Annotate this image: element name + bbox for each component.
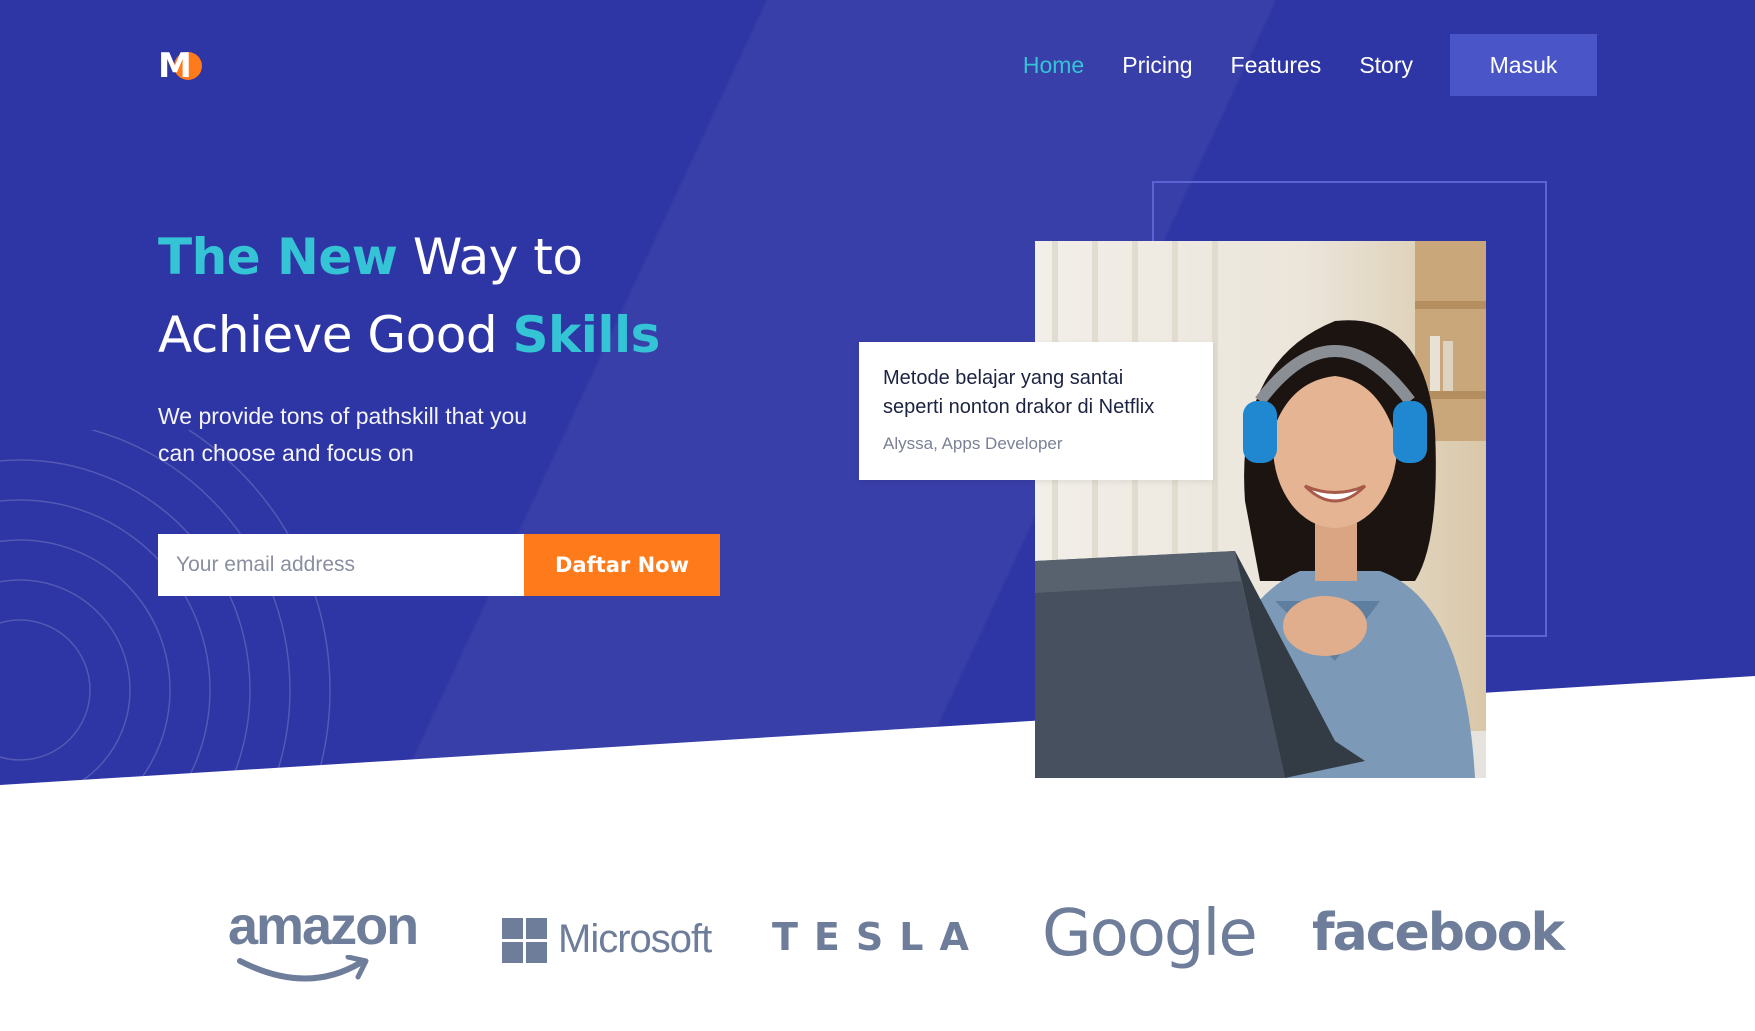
email-input[interactable] bbox=[158, 534, 524, 596]
google-logo: Google bbox=[1042, 897, 1258, 971]
headline-accent-1: The New bbox=[158, 228, 398, 286]
brand-logo[interactable]: M bbox=[158, 46, 206, 86]
student-illustration bbox=[1035, 241, 1486, 778]
hero-subtitle: We provide tons of pathskill that you ca… bbox=[158, 398, 578, 472]
signup-button[interactable]: Daftar Now bbox=[524, 534, 720, 596]
headline-accent-2: Skills bbox=[512, 306, 660, 364]
hero-headline: The New Way to Achieve Good Skills bbox=[158, 218, 660, 374]
amazon-smile-icon bbox=[237, 955, 369, 982]
nav-features[interactable]: Features bbox=[1231, 52, 1322, 79]
main-nav: Home Pricing Features Story Masuk bbox=[985, 34, 1597, 96]
nav-pricing[interactable]: Pricing bbox=[1122, 52, 1192, 79]
testimonial-author: Alyssa, Apps Developer bbox=[883, 434, 1063, 453]
amazon-logo: amazon bbox=[228, 896, 419, 956]
headline-text-1: Way to bbox=[412, 228, 583, 286]
quote-line-1: Metode belajar yang santai bbox=[883, 367, 1124, 389]
headline-text-2: Achieve Good bbox=[158, 306, 498, 364]
microsoft-logo: Microsoft bbox=[502, 917, 712, 963]
login-button[interactable]: Masuk bbox=[1450, 34, 1597, 96]
facebook-logo: facebook bbox=[1312, 903, 1565, 963]
concentric-rings-decoration bbox=[0, 430, 331, 785]
testimonial-quote: Metode belajar yang santai seperti nonto… bbox=[883, 364, 1189, 422]
nav-home[interactable]: Home bbox=[1023, 52, 1084, 79]
microsoft-windows-icon bbox=[502, 917, 547, 963]
microsoft-wordmark: Microsoft bbox=[558, 917, 712, 961]
testimonial-card: Metode belajar yang santai seperti nonto… bbox=[859, 342, 1213, 480]
nav-story[interactable]: Story bbox=[1359, 52, 1413, 79]
email-signup-form: Daftar Now bbox=[158, 534, 720, 596]
subtitle-line-1: We provide tons of pathskill that you bbox=[158, 403, 528, 429]
tesla-logo: TESLA bbox=[772, 915, 985, 959]
subtitle-line-2: can choose and focus on bbox=[158, 440, 414, 466]
logo-letter: M bbox=[158, 46, 192, 86]
partner-logos: amazon Microsoft TESLA Google facebook bbox=[0, 895, 1755, 995]
quote-line-2: seperti nonton drakor di Netflix bbox=[883, 396, 1155, 418]
student-photo bbox=[1035, 241, 1486, 778]
